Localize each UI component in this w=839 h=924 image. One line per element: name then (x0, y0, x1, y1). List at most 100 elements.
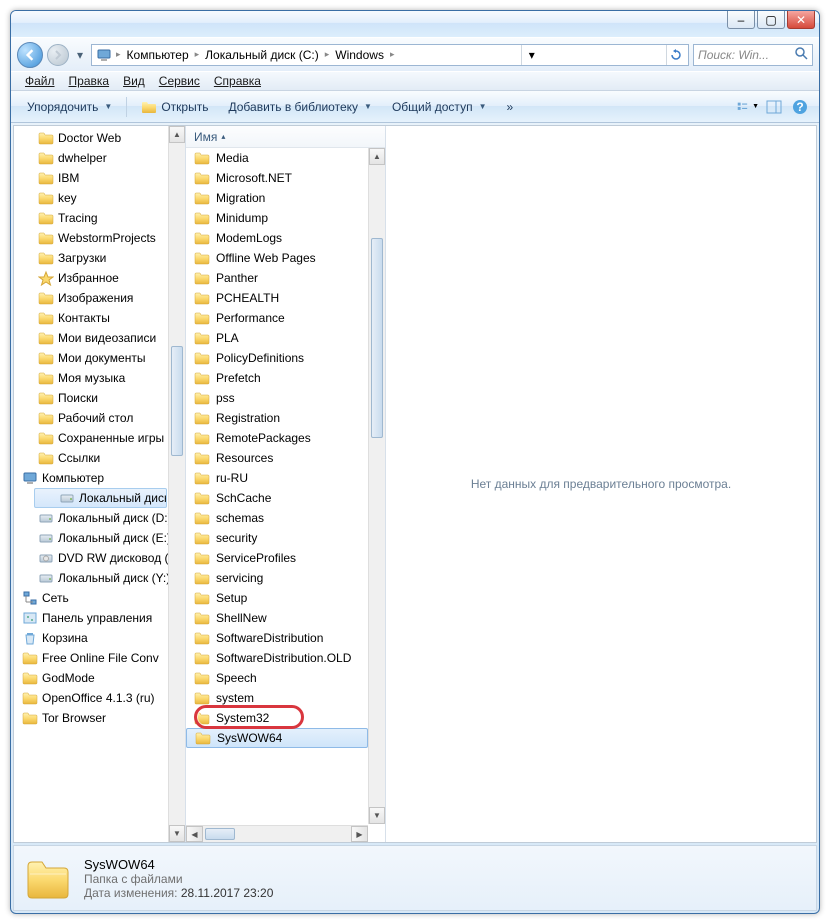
file-row[interactable]: Resources (186, 448, 368, 468)
tree-item[interactable]: Локальный диск (C:) (34, 488, 167, 508)
tree-item[interactable]: Рабочий стол (14, 408, 185, 428)
tree-item[interactable]: OpenOffice 4.1.3 (ru) (14, 688, 185, 708)
file-row[interactable]: PLA (186, 328, 368, 348)
tree-item[interactable]: Ссылки (14, 448, 185, 468)
nav-back-button[interactable] (17, 42, 43, 68)
tree-item[interactable]: Загрузки (14, 248, 185, 268)
menu-help[interactable]: Справка (208, 72, 267, 90)
file-row[interactable]: RemotePackages (186, 428, 368, 448)
menu-tools[interactable]: Сервис (153, 72, 206, 90)
nav-history-dropdown[interactable]: ▾ (73, 48, 87, 62)
scroll-up-button[interactable]: ▲ (169, 126, 185, 143)
file-row[interactable]: Panther (186, 268, 368, 288)
file-row[interactable]: Speech (186, 668, 368, 688)
tree-item[interactable]: Мои документы (14, 348, 185, 368)
tree-item[interactable]: Избранное (14, 268, 185, 288)
file-row[interactable]: Microsoft.NET (186, 168, 368, 188)
tree-item[interactable]: Контакты (14, 308, 185, 328)
organize-button[interactable]: Упорядочить▼ (19, 96, 120, 118)
tree-item[interactable]: Панель управления (14, 608, 185, 628)
menu-file[interactable]: Файл (19, 72, 61, 90)
scroll-down-button[interactable]: ▼ (369, 807, 385, 824)
tree-item[interactable]: Tor Browser (14, 708, 185, 728)
crumb-computer[interactable]: Компьютер (123, 48, 193, 62)
file-row[interactable]: system (186, 688, 368, 708)
file-row[interactable]: servicing (186, 568, 368, 588)
file-row[interactable]: PCHEALTH (186, 288, 368, 308)
crumb-windows[interactable]: Windows (331, 48, 388, 62)
search-input[interactable]: Поиск: Win... (693, 44, 813, 66)
file-row[interactable]: SoftwareDistribution.OLD (186, 648, 368, 668)
file-row[interactable]: ModemLogs (186, 228, 368, 248)
scroll-down-button[interactable]: ▼ (169, 825, 185, 842)
preview-pane-toggle[interactable] (763, 96, 785, 118)
file-row[interactable]: Offline Web Pages (186, 248, 368, 268)
file-row[interactable]: Minidump (186, 208, 368, 228)
tree-item[interactable]: Корзина (14, 628, 185, 648)
address-dropdown[interactable]: ▾ (521, 45, 541, 65)
refresh-button[interactable] (666, 45, 686, 65)
tree-item[interactable]: Поиски (14, 388, 185, 408)
file-scrollbar-vertical[interactable]: ▲ ▼ (368, 148, 385, 824)
scroll-up-button[interactable]: ▲ (369, 148, 385, 165)
address-bar[interactable]: ▸ Компьютер ▸ Локальный диск (C:) ▸ Wind… (91, 44, 689, 66)
tree-item[interactable]: Мои видеозаписи (14, 328, 185, 348)
tree-item[interactable]: Локальный диск (E:) (14, 528, 185, 548)
column-header-name[interactable]: Имя▴ (186, 126, 385, 148)
tree-item[interactable]: Free Online File Conv (14, 648, 185, 668)
tree-item[interactable]: IBM (14, 168, 185, 188)
help-button[interactable]: ? (789, 96, 811, 118)
file-row[interactable]: Media (186, 148, 368, 168)
file-row[interactable]: Setup (186, 588, 368, 608)
scroll-right-button[interactable]: ▶ (351, 826, 368, 842)
tree-item[interactable]: Изображения (14, 288, 185, 308)
tree-item[interactable]: Компьютер (14, 468, 185, 488)
file-row[interactable]: SoftwareDistribution (186, 628, 368, 648)
nav-forward-button[interactable] (47, 44, 69, 66)
share-button[interactable]: Общий доступ▼ (384, 96, 495, 118)
file-row[interactable]: ServiceProfiles (186, 548, 368, 568)
open-button[interactable]: Открыть (133, 96, 216, 118)
file-row[interactable]: pss (186, 388, 368, 408)
tree-item[interactable]: Tracing (14, 208, 185, 228)
menu-view[interactable]: Вид (117, 72, 151, 90)
toolbar-overflow-button[interactable]: » (498, 96, 521, 118)
view-options-button[interactable]: ▼ (737, 96, 759, 118)
file-row[interactable]: ShellNew (186, 608, 368, 628)
tree-item[interactable]: Локальный диск (D:) (14, 508, 185, 528)
file-row[interactable]: Registration (186, 408, 368, 428)
tree-item[interactable]: GodMode (14, 668, 185, 688)
scroll-thumb[interactable] (205, 828, 235, 840)
add-to-library-button[interactable]: Добавить в библиотеку▼ (220, 96, 379, 118)
navigation-tree[interactable]: Doctor WebdwhelperIBMkeyTracingWebstormP… (14, 126, 186, 842)
file-row[interactable]: ru-RU (186, 468, 368, 488)
file-row[interactable]: schemas (186, 508, 368, 528)
scroll-left-button[interactable]: ◀ (186, 826, 203, 842)
tree-item[interactable]: Сохраненные игры (14, 428, 185, 448)
file-row[interactable]: Performance (186, 308, 368, 328)
close-button[interactable]: ✕ (787, 11, 815, 29)
minimize-button[interactable]: – (727, 11, 755, 29)
maximize-button[interactable]: ▢ (757, 11, 785, 29)
scroll-thumb[interactable] (371, 238, 383, 438)
tree-item[interactable]: Локальный диск (Y:) (14, 568, 185, 588)
file-scrollbar-horizontal[interactable]: ◀ ▶ (186, 825, 368, 842)
tree-item[interactable]: dwhelper (14, 148, 185, 168)
file-row[interactable]: SchCache (186, 488, 368, 508)
file-row[interactable]: security (186, 528, 368, 548)
file-row[interactable]: SysWOW64 (186, 728, 368, 748)
file-row[interactable]: Prefetch (186, 368, 368, 388)
scroll-thumb[interactable] (171, 346, 183, 456)
titlebar[interactable]: – ▢ ✕ (11, 11, 819, 37)
tree-item[interactable]: Doctor Web (14, 128, 185, 148)
file-row[interactable]: PolicyDefinitions (186, 348, 368, 368)
menu-edit[interactable]: Правка (63, 72, 116, 90)
tree-item[interactable]: DVD RW дисковод (F:) (14, 548, 185, 568)
tree-item[interactable]: WebstormProjects (14, 228, 185, 248)
file-row[interactable]: System32 (186, 708, 368, 728)
file-row[interactable]: Migration (186, 188, 368, 208)
tree-item[interactable]: Моя музыка (14, 368, 185, 388)
tree-item[interactable]: Сеть (14, 588, 185, 608)
file-list[interactable]: MediaMicrosoft.NETMigrationMinidumpModem… (186, 148, 368, 824)
crumb-drive-c[interactable]: Локальный диск (C:) (201, 48, 323, 62)
